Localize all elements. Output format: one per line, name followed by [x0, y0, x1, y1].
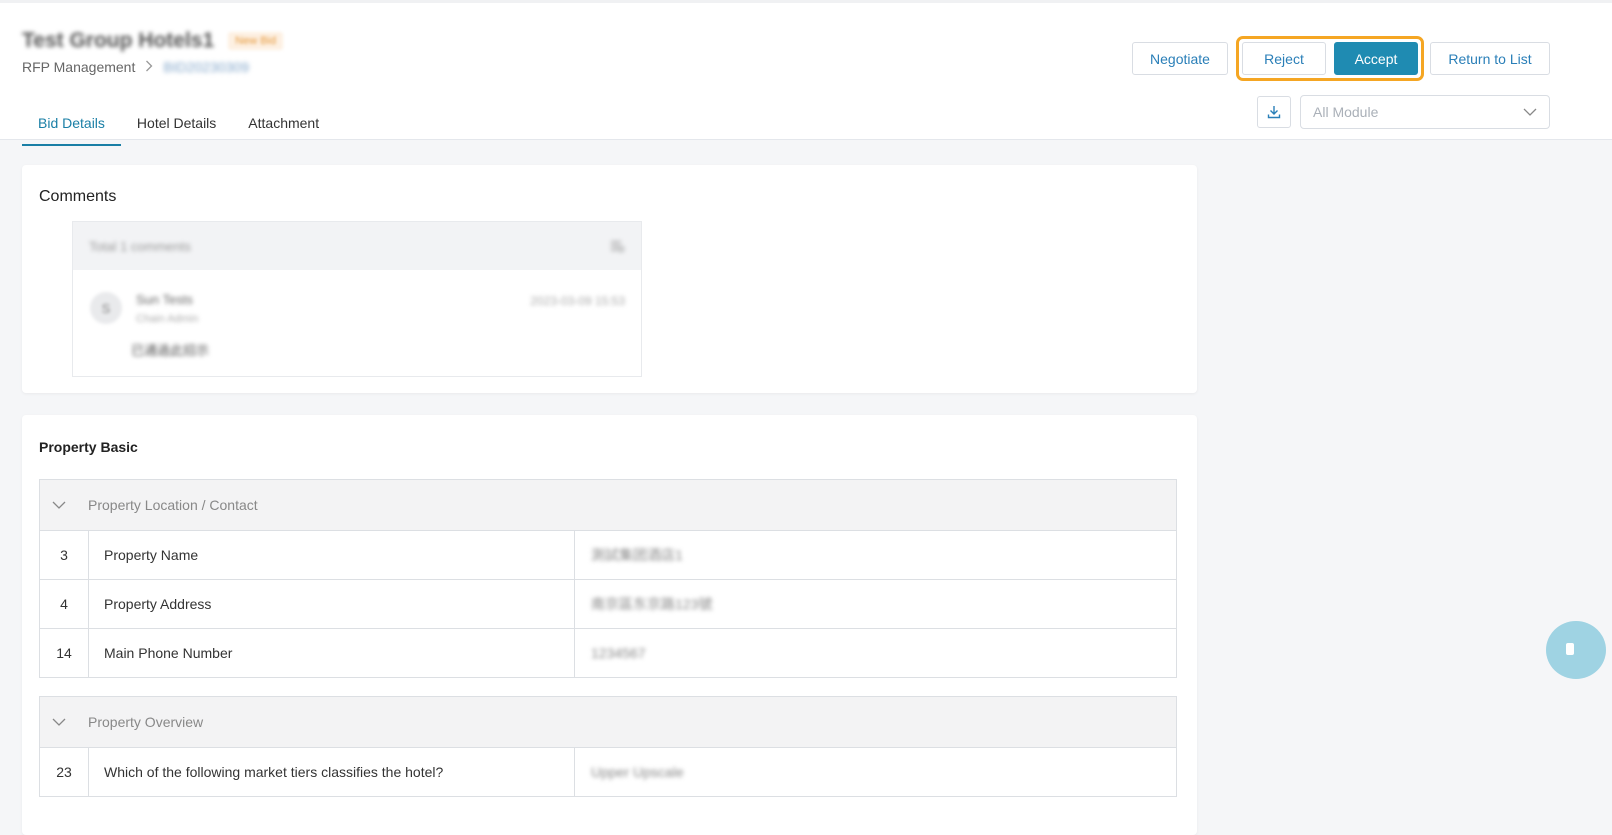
comment-author: Sun Tests — [136, 292, 193, 307]
chevron-down-icon[interactable] — [52, 501, 66, 509]
row-label: Which of the following market tiers clas… — [88, 747, 575, 797]
page-title: Test Group Hotels1 — [22, 29, 215, 52]
chevron-right-icon — [145, 60, 153, 75]
accept-button[interactable]: Accept — [1334, 42, 1418, 75]
chat-float-icon[interactable] — [1546, 621, 1606, 679]
section-header-location[interactable]: Property Location / Contact — [39, 479, 1177, 531]
row-value-cell: 南京區东京路123號 — [574, 579, 1177, 629]
section-header-overview[interactable]: Property Overview — [39, 696, 1177, 748]
negotiate-button[interactable]: Negotiate — [1132, 42, 1228, 75]
return-to-list-button[interactable]: Return to List — [1430, 42, 1550, 75]
row-number: 3 — [39, 530, 89, 580]
filter-list-icon[interactable] — [609, 238, 625, 254]
property-overview-table: Property Overview 23 Which of the follow… — [39, 696, 1177, 797]
chevron-down-icon[interactable] — [52, 718, 66, 726]
row-label: Property Name — [88, 530, 575, 580]
tab-bar: Bid Details Hotel Details Attachment — [22, 111, 335, 146]
status-badge: New Bid — [228, 32, 284, 50]
comment-item: S Sun Tests Chain Admin 2023-03-09 15:53… — [73, 270, 641, 376]
row-value-cell: Upper Upscale — [574, 747, 1177, 797]
download-icon — [1267, 106, 1281, 119]
row-value: 測試集团酒店1 — [591, 547, 683, 563]
table-row: 23 Which of the following market tiers c… — [39, 747, 1177, 797]
comments-panel: Total 1 comments S Sun Tests Chain Admin… — [72, 221, 642, 377]
comments-card: Comments Total 1 comments S Sun Tests Ch… — [22, 165, 1197, 393]
comments-title: Comments — [39, 188, 117, 205]
comment-role: Chain Admin — [136, 313, 199, 325]
row-value: 南京區东京路123號 — [591, 596, 713, 612]
table-row: 4 Property Address 南京區东京路123號 — [39, 579, 1177, 629]
chevron-down-icon — [1523, 108, 1537, 116]
tab-attachment[interactable]: Attachment — [232, 111, 335, 146]
breadcrumb-bid-id: BID20230309 — [163, 59, 249, 75]
highlighted-action-group: Reject Accept — [1236, 36, 1424, 81]
row-label: Property Address — [88, 579, 575, 629]
row-number: 23 — [39, 747, 89, 797]
comment-text: 已通過此招示 — [131, 343, 210, 358]
action-bar: Negotiate Reject Accept Return to List — [1132, 36, 1550, 81]
property-basic-title: Property Basic — [39, 439, 138, 455]
row-value-cell: 測試集团酒店1 — [574, 530, 1177, 580]
comment-time: 2023-03-09 15:53 — [530, 294, 625, 308]
reject-button[interactable]: Reject — [1242, 42, 1326, 75]
module-select[interactable]: All Module — [1300, 95, 1550, 129]
property-basic-card: Property Basic Property Location / Conta… — [22, 415, 1197, 835]
table-row: 14 Main Phone Number 1234567 — [39, 628, 1177, 678]
row-value: Upper Upscale — [591, 764, 684, 780]
comments-total: Total 1 comments — [89, 238, 191, 254]
page-header: Test Group Hotels1 New Bid RFP Managemen… — [0, 0, 1612, 146]
tab-bid-details[interactable]: Bid Details — [22, 111, 121, 146]
row-number: 14 — [39, 628, 89, 678]
row-value-cell: 1234567 — [574, 628, 1177, 678]
breadcrumb: RFP Management BID20230309 — [22, 59, 249, 75]
table-row: 3 Property Name 測試集团酒店1 — [39, 530, 1177, 580]
comments-header: Total 1 comments — [73, 222, 641, 270]
property-table: Property Location / Contact 3 Property N… — [39, 479, 1177, 678]
section-title: Property Location / Contact — [88, 497, 258, 513]
row-label: Main Phone Number — [88, 628, 575, 678]
breadcrumb-rfp-management[interactable]: RFP Management — [22, 59, 135, 75]
module-select-value: All Module — [1313, 104, 1379, 120]
toolbar-tools: All Module — [1257, 95, 1550, 129]
title-row: Test Group Hotels1 New Bid — [22, 29, 284, 53]
section-title: Property Overview — [88, 714, 204, 730]
row-value: 1234567 — [591, 645, 646, 661]
tab-hotel-details[interactable]: Hotel Details — [121, 111, 232, 146]
row-number: 4 — [39, 579, 89, 629]
download-button[interactable] — [1257, 96, 1291, 128]
avatar: S — [90, 292, 122, 324]
